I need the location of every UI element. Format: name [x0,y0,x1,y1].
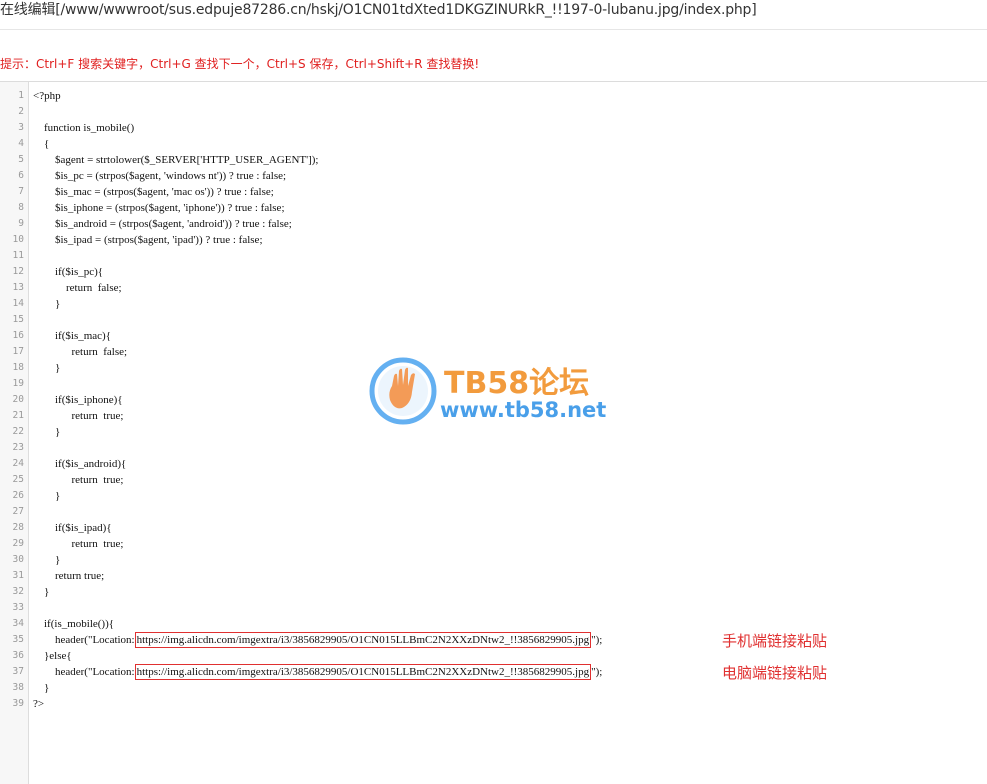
code-line[interactable]: } [33,360,60,376]
line-number: 16 [12,330,24,341]
line-number: 10 [12,234,24,245]
line-number: 2 [18,106,24,117]
code-editor[interactable]: 1 2 3 4 5 6 7 8 9 10 11 12 13 14 15 16 17 18 19 20 21 22 23 24 2… [0,81,987,784]
code-line[interactable]: $is_android = (strpos($agent, 'android')… [33,216,292,232]
shortcut-hint: 提示：Ctrl+F 搜索关键字，Ctrl+G 查找下一个，Ctrl+S 保存，C… [0,57,480,71]
header-call: header("Location: [33,666,135,678]
line-number: 21 [12,410,24,421]
code-line[interactable]: } [33,584,49,600]
line-number: 14 [12,298,24,309]
line-number: 32 [12,586,24,597]
code-line[interactable]: } [33,552,60,568]
code-line[interactable]: header("Location: https://img.alicdn.com/… [33,664,602,680]
line-number: 15 [12,314,24,325]
line-number: 4 [18,138,24,149]
line-number: 11 [12,250,24,261]
line-number: 38 [12,682,24,693]
file-path-title: 在线编辑[/www/wwwroot/sus.edpuje87286.cn/hsk… [0,2,757,18]
line-number: 27 [12,506,24,517]
header-call-end: "); [591,666,603,678]
line-number: 25 [12,474,24,485]
code-line[interactable]: $is_iphone = (strpos($agent, 'iphone')) … [33,200,285,216]
code-line[interactable]: $is_pc = (strpos($agent, 'windows nt')) … [33,168,286,184]
line-number: 26 [12,490,24,501]
code-line[interactable]: } [33,488,60,504]
line-number: 29 [12,538,24,549]
watermark-url: www.tb58.net [440,398,607,422]
code-line[interactable]: return true; [33,408,124,424]
code-line[interactable]: return false; [33,344,128,360]
code-line[interactable]: return true; [33,536,124,552]
code-line[interactable]: } [33,296,60,312]
line-number-gutter: 1 2 3 4 5 6 7 8 9 10 11 12 13 14 15 16 17 18 19 20 21 22 23 24 2… [0,82,29,784]
line-number: 5 [18,154,24,165]
line-number: 17 [12,346,24,357]
line-number: 23 [12,442,24,453]
hand-logo-icon [369,357,437,425]
code-line[interactable]: if($is_mac){ [33,328,111,344]
pc-link-annotation: 电脑端链接粘贴 [722,664,828,682]
header-call: header("Location: [33,634,135,646]
line-number: 6 [18,170,24,181]
line-number: 22 [12,426,24,437]
code-line[interactable]: $is_mac = (strpos($agent, 'mac os')) ? t… [33,184,274,200]
code-line[interactable]: function is_mobile() [33,120,134,136]
code-line[interactable]: if($is_ipad){ [33,520,112,536]
code-line[interactable]: header("Location: https://img.alicdn.com/… [33,632,602,648]
line-number: 1 [18,90,24,101]
mobile-link-annotation: 手机端链接粘贴 [722,632,828,650]
code-line[interactable]: $is_ipad = (strpos($agent, 'ipad')) ? tr… [33,232,263,248]
code-line[interactable]: } [33,680,49,696]
line-number: 24 [12,458,24,469]
line-number: 18 [12,362,24,373]
tb58-watermark: TB58论坛 www.tb58.net [368,356,628,426]
code-line[interactable]: if($is_pc){ [33,264,103,280]
pc-redirect-url[interactable]: https://img.alicdn.com/imgextra/i3/38568… [134,664,592,680]
line-number: 12 [12,266,24,277]
line-number: 34 [12,618,24,629]
code-line[interactable]: ?> [33,696,44,712]
code-line[interactable]: }else{ [33,648,72,664]
line-number: 20 [12,394,24,405]
code-line[interactable]: return true; [33,472,124,488]
line-number: 35 [12,634,24,645]
code-line[interactable]: return false; [33,280,122,296]
line-number: 7 [18,186,24,197]
line-number: 3 [18,122,24,133]
line-number: 39 [12,698,24,709]
line-number: 13 [12,282,24,293]
code-line[interactable]: if($is_android){ [33,456,126,472]
code-line[interactable]: if($is_iphone){ [33,392,123,408]
code-line[interactable]: $agent = strtolower($_SERVER['HTTP_USER_… [33,152,318,168]
line-number: 37 [12,666,24,677]
watermark-title: TB58论坛 [444,366,590,401]
line-number: 30 [12,554,24,565]
mobile-redirect-url[interactable]: https://img.alicdn.com/imgextra/i3/38568… [134,632,592,648]
editor-title-bar: 在线编辑[/www/wwwroot/sus.edpuje87286.cn/hsk… [0,0,987,30]
line-number: 31 [12,570,24,581]
code-line[interactable]: { [33,136,49,152]
line-number: 36 [12,650,24,661]
code-line[interactable]: } [33,424,60,440]
line-number: 19 [12,378,24,389]
line-number: 28 [12,522,24,533]
line-number: 33 [12,602,24,613]
code-line[interactable]: <?php [33,88,61,104]
line-number: 8 [18,202,24,213]
header-call-end: "); [591,634,603,646]
line-number: 9 [18,218,24,229]
code-line[interactable]: return true; [33,568,104,584]
code-line[interactable]: if(is_mobile()){ [33,616,114,632]
